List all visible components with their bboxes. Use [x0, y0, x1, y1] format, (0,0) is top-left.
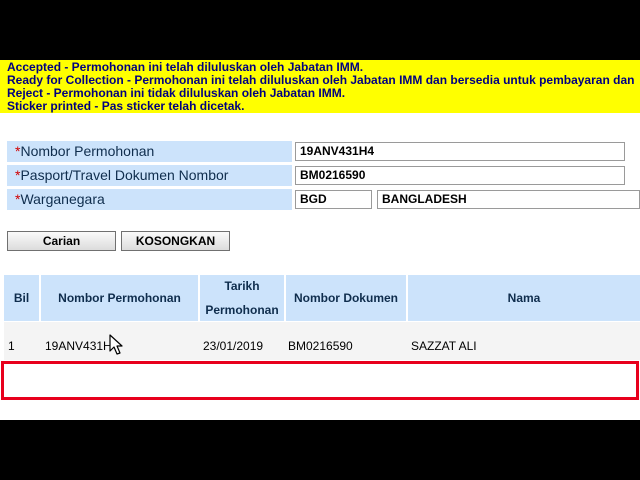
mouse-cursor-icon [109, 334, 123, 355]
column-application-date: Tarikh Permohonan [200, 275, 284, 321]
application-status-page: Accepted - Permohonan ini telah dilulusk… [0, 60, 640, 420]
nationality-name-field: BANGLADESH [377, 190, 640, 209]
column-bil: Bil [4, 275, 39, 321]
nationality-label: *Warganegara [7, 189, 292, 210]
search-button[interactable]: Carian [7, 231, 116, 251]
application-number-label: *Nombor Permohonan [7, 141, 292, 162]
column-name: Nama [408, 275, 640, 321]
passport-number-input[interactable]: BM0216590 [295, 166, 625, 185]
cell-application-date: 23/01/2019 [203, 339, 264, 353]
status-legend: Accepted - Permohonan ini telah dilulusk… [0, 60, 640, 113]
passport-number-label: *Pasport/Travel Dokumen Nombor [7, 165, 292, 186]
column-application-number: Nombor Permohonan [41, 275, 198, 321]
legend-sticker-printed: Sticker printed - Pas sticker telah dice… [7, 99, 245, 113]
application-number-input[interactable]: 19ANV431H4 [295, 142, 625, 161]
table-row[interactable]: 1 19ANV431H4 23/01/2019 BM0216590 SAZZAT… [4, 322, 640, 360]
cell-document-number: BM0216590 [288, 339, 353, 353]
cell-application-number[interactable]: 19ANV431H4 [45, 339, 118, 353]
nationality-code-input[interactable]: BGD [295, 190, 372, 209]
cell-bil: 1 [8, 339, 15, 353]
clear-button[interactable]: KOSONGKAN [121, 231, 230, 251]
highlight-box [1, 361, 639, 400]
cell-name: SAZZAT ALI [411, 339, 477, 353]
column-document-number: Nombor Dokumen [286, 275, 406, 321]
